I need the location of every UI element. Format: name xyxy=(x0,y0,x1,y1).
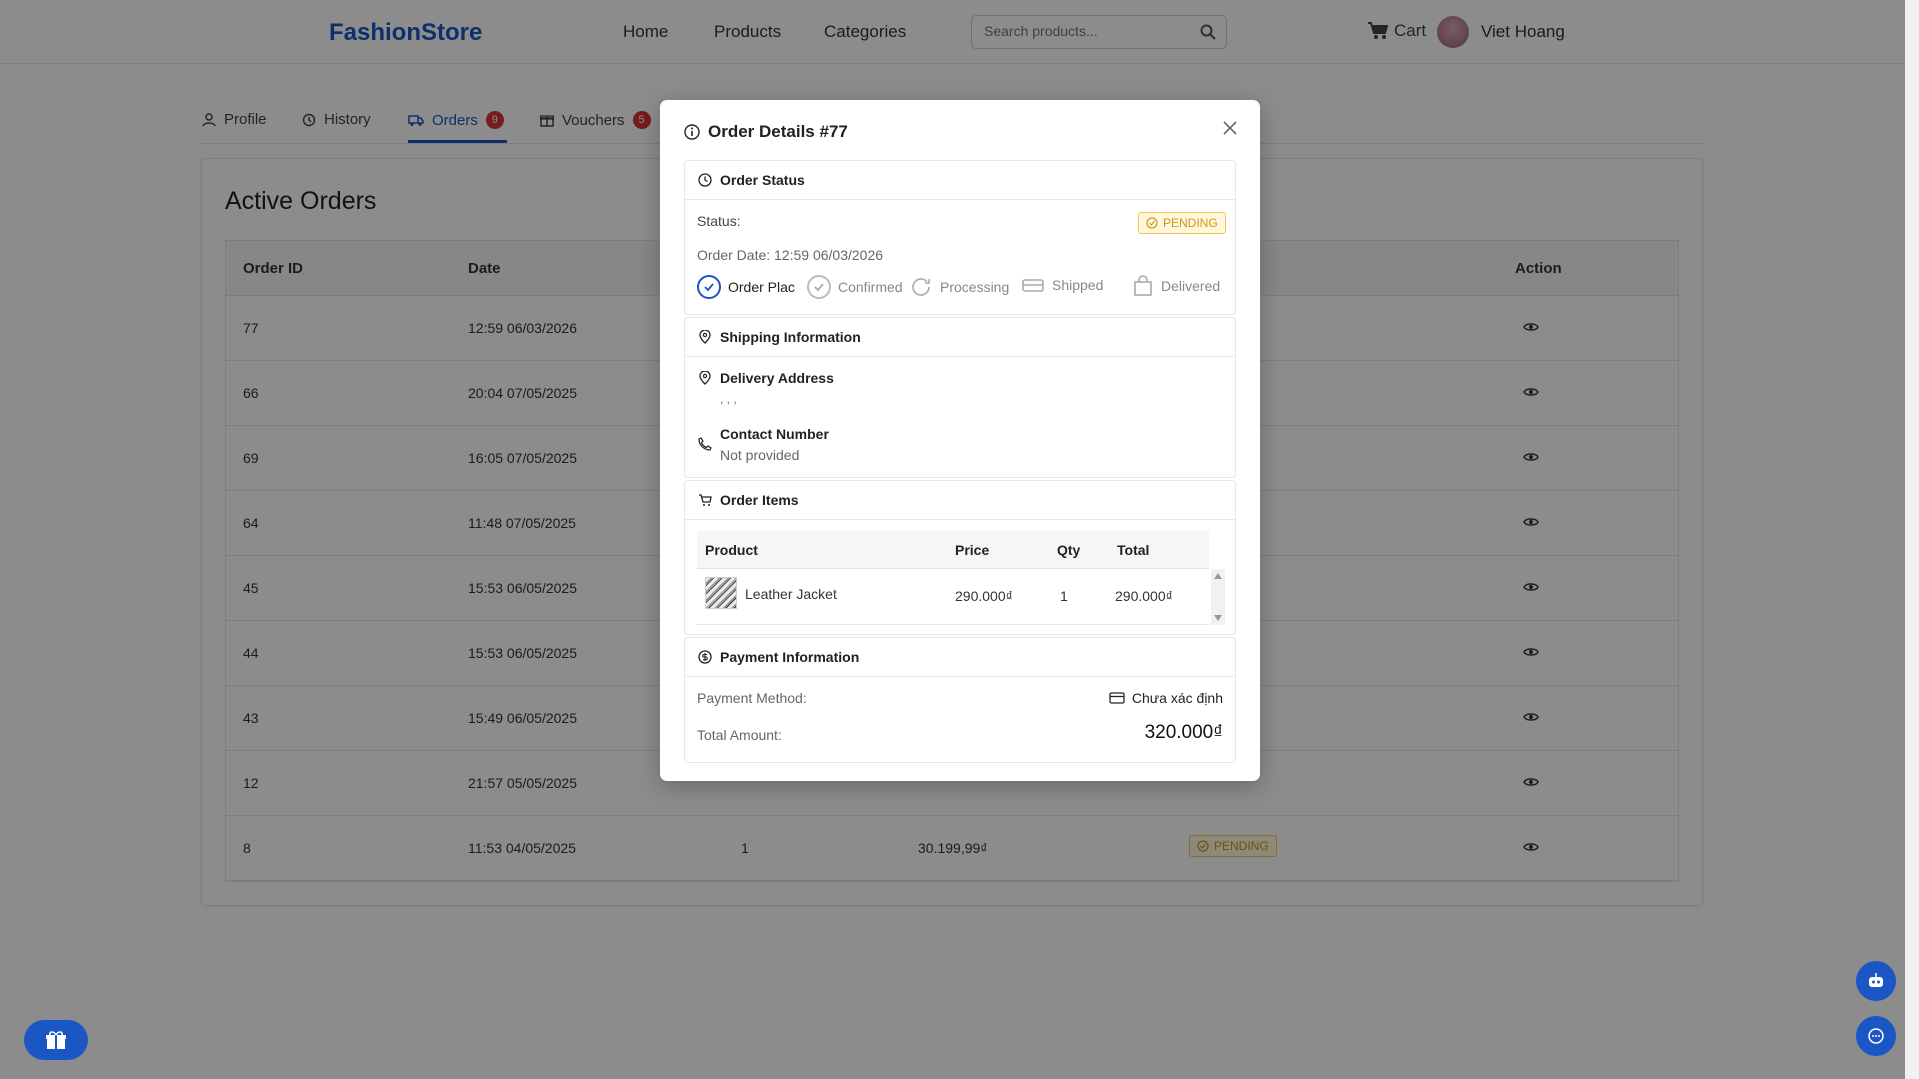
section-header: Shipping Information xyxy=(685,318,1235,357)
product-thumbnail xyxy=(705,577,737,609)
step-label: Delivered xyxy=(1161,278,1221,294)
step-processing: Processing xyxy=(909,275,1009,299)
gift-fab-button[interactable] xyxy=(24,1020,88,1060)
order-items-table: Product Price Qty Total Leather Jacket 2… xyxy=(697,531,1225,625)
modal-title: Order Details #77 xyxy=(684,122,848,142)
column-header: Total xyxy=(1117,542,1150,558)
column-header: Price xyxy=(955,542,990,558)
page-scrollbar[interactable] xyxy=(1905,0,1919,1079)
order-items-section: Order Items Product Price Qty Total Leat… xyxy=(684,480,1236,635)
scroll-down-icon[interactable] xyxy=(1214,615,1222,621)
bag-icon xyxy=(1132,275,1154,297)
location-pin-icon xyxy=(698,371,712,385)
product-name: Leather Jacket xyxy=(745,586,837,602)
truck-icon xyxy=(1021,275,1045,295)
step-shipped: Shipped xyxy=(1021,275,1103,295)
modal-title-text: Order Details #77 xyxy=(708,122,848,141)
credit-card-icon xyxy=(1109,692,1125,704)
shipping-info-section: Shipping Information Delivery Address , … xyxy=(684,317,1236,478)
order-status-section: Order Status Status: PENDING Order Date:… xyxy=(684,160,1236,315)
step-label: Order Plac xyxy=(728,279,795,295)
order-progress-steps: Order Plac Confirmed Processing Shipped … xyxy=(685,217,1237,299)
scroll-up-icon[interactable] xyxy=(1214,573,1222,579)
items-scrollbar[interactable] xyxy=(1211,569,1225,625)
robot-icon xyxy=(1866,972,1886,990)
section-title-text: Shipping Information xyxy=(720,329,861,345)
payment-method-value: Chưa xác định xyxy=(1109,690,1223,706)
check-icon xyxy=(807,275,831,299)
payment-method-text: Chưa xác định xyxy=(1131,690,1223,706)
total-amount-label: Total Amount: xyxy=(697,727,782,743)
section-header: Payment Information xyxy=(685,638,1235,677)
chat-bubble-icon xyxy=(1867,1027,1885,1045)
section-title: Order Items xyxy=(698,492,799,508)
section-title: Shipping Information xyxy=(698,329,861,345)
product-qty: 1 xyxy=(1060,588,1068,604)
refresh-icon xyxy=(909,275,933,299)
section-title: Order Status xyxy=(698,172,805,188)
step-label: Processing xyxy=(940,279,1010,295)
step-delivered: Delivered xyxy=(1132,275,1220,297)
chat-button[interactable] xyxy=(1856,1016,1896,1056)
column-header: Qty xyxy=(1057,542,1081,558)
section-header: Order Status xyxy=(685,161,1235,200)
step-order-placed: Order Plac xyxy=(697,275,795,299)
close-icon[interactable] xyxy=(1222,120,1238,136)
delivery-address-value: , , , xyxy=(720,392,737,406)
section-title: Payment Information xyxy=(698,649,859,665)
total-amount-value: 320.000₫ xyxy=(1144,722,1223,743)
column-header: Product xyxy=(705,542,758,558)
items-table-header: Product Price Qty Total xyxy=(697,531,1209,569)
contact-number-value: Not provided xyxy=(720,447,800,463)
payment-method-label: Payment Method: xyxy=(697,690,807,706)
table-row: Leather Jacket 290.000₫ 1 290.000₫ xyxy=(697,569,1209,625)
section-title-text: Order Items xyxy=(720,492,799,508)
delivery-address-label: Delivery Address xyxy=(698,370,834,386)
location-pin-icon xyxy=(698,330,712,344)
cart-icon xyxy=(698,493,712,507)
step-label: Shipped xyxy=(1052,277,1104,293)
chatbot-button[interactable] xyxy=(1856,961,1896,1001)
info-icon xyxy=(684,124,700,140)
order-details-modal: Order Details #77 Order Status Status: P… xyxy=(660,100,1260,781)
gift-icon xyxy=(45,1030,67,1050)
check-icon xyxy=(697,275,721,299)
field-label: Contact Number xyxy=(720,426,829,442)
phone-icon xyxy=(698,437,712,451)
product-total: 290.000₫ xyxy=(1115,588,1173,604)
field-label: Delivery Address xyxy=(720,370,834,386)
section-title-text: Order Status xyxy=(720,172,805,188)
step-label: Confirmed xyxy=(838,279,903,295)
section-title-text: Payment Information xyxy=(720,649,860,665)
clock-icon xyxy=(698,173,712,187)
product-price: 290.000₫ xyxy=(955,588,1013,604)
section-header: Order Items xyxy=(685,481,1235,520)
dollar-icon xyxy=(698,650,712,664)
payment-info-section: Payment Information Payment Method: Chưa… xyxy=(684,637,1236,763)
step-confirmed: Confirmed xyxy=(807,275,903,299)
